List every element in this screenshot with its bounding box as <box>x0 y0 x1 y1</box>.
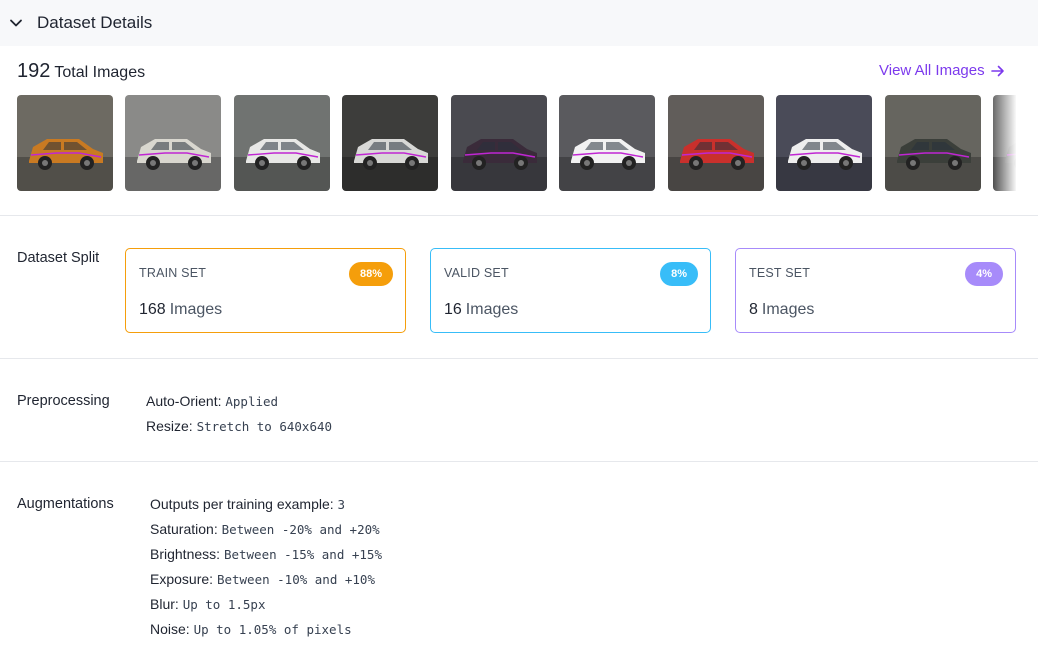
split-image-count: 8 Images <box>749 301 814 319</box>
setting-value: Between -20% and +20% <box>221 522 380 537</box>
thumbnail-fade-overlay <box>993 95 1016 191</box>
setting-value: Up to 1.5px <box>182 597 266 612</box>
arrow-right-icon <box>990 65 1004 76</box>
preprocessing-item: Auto-Orient: Applied <box>146 393 278 409</box>
setting-key: Exposure: <box>150 571 214 587</box>
image-thumbnail[interactable] <box>776 95 872 191</box>
setting-value: Stretch to 640x640 <box>196 419 333 434</box>
divider <box>0 461 1038 462</box>
split-count-unit: Images <box>465 301 519 318</box>
preprocessing-label: Preprocessing <box>17 393 110 409</box>
setting-value: 3 <box>337 497 346 512</box>
train-set-card[interactable]: TRAIN SET 88% 168 Images <box>125 248 406 333</box>
view-all-images-label: View All Images <box>879 62 985 79</box>
augmentation-item: Brightness: Between -15% and +15% <box>150 546 382 562</box>
setting-value: Between -15% and +15% <box>223 547 382 562</box>
split-count-number: 16 <box>444 301 462 318</box>
split-count-unit: Images <box>761 301 815 318</box>
setting-key: Blur: <box>150 596 179 612</box>
augmentations-label: Augmentations <box>17 496 114 512</box>
augmentation-item: Saturation: Between -20% and +20% <box>150 521 380 537</box>
image-thumbnail[interactable] <box>668 95 764 191</box>
image-thumbnail-strip <box>17 95 1016 191</box>
dataset-details-header[interactable]: Dataset Details <box>0 0 1038 46</box>
augmentation-item: Outputs per training example: 3 <box>150 496 345 512</box>
split-name: VALID SET <box>444 266 509 280</box>
total-images-number: 192 <box>17 60 51 82</box>
image-thumbnail[interactable] <box>559 95 655 191</box>
preprocessing-item: Resize: Stretch to 640x640 <box>146 418 332 434</box>
section-title: Dataset Details <box>37 13 153 32</box>
split-percent-badge: 8% <box>660 262 698 286</box>
split-name: TRAIN SET <box>139 266 207 280</box>
setting-key: Outputs per training example: <box>150 496 334 512</box>
augmentation-item: Exposure: Between -10% and +10% <box>150 571 375 587</box>
view-all-images-link[interactable]: View All Images <box>879 62 1005 79</box>
image-thumbnail[interactable] <box>451 95 547 191</box>
setting-value: Between -10% and +10% <box>216 572 375 587</box>
split-image-count: 16 Images <box>444 301 518 319</box>
split-image-count: 168 Images <box>139 301 222 319</box>
valid-set-card[interactable]: VALID SET 8% 16 Images <box>430 248 711 333</box>
total-images-count: 192 Total Images <box>17 60 145 83</box>
image-thumbnail[interactable] <box>342 95 438 191</box>
chevron-down-icon[interactable] <box>9 16 23 30</box>
setting-key: Auto-Orient: <box>146 393 222 409</box>
split-count-number: 8 <box>749 301 758 318</box>
setting-value: Up to 1.05% of pixels <box>193 622 352 637</box>
split-percent-badge: 4% <box>965 262 1003 286</box>
split-percent-badge: 88% <box>348 262 393 286</box>
image-thumbnail[interactable] <box>125 95 221 191</box>
setting-key: Noise: <box>150 621 190 637</box>
split-count-number: 168 <box>139 301 166 318</box>
image-thumbnail[interactable] <box>17 95 113 191</box>
divider <box>0 358 1038 359</box>
setting-value: Applied <box>225 394 279 409</box>
setting-key: Brightness: <box>150 546 221 562</box>
dataset-split-label: Dataset Split <box>17 250 100 266</box>
split-name: TEST SET <box>749 266 811 280</box>
setting-key: Saturation: <box>150 521 218 537</box>
augmentation-item: Blur: Up to 1.5px <box>150 596 265 612</box>
setting-key: Resize: <box>146 418 193 434</box>
split-count-unit: Images <box>169 301 223 318</box>
divider <box>0 215 1038 216</box>
image-thumbnail[interactable] <box>885 95 981 191</box>
test-set-card[interactable]: TEST SET 4% 8 Images <box>735 248 1016 333</box>
image-thumbnail[interactable] <box>234 95 330 191</box>
augmentation-item: Noise: Up to 1.05% of pixels <box>150 621 352 637</box>
total-images-label: Total Images <box>54 64 146 81</box>
